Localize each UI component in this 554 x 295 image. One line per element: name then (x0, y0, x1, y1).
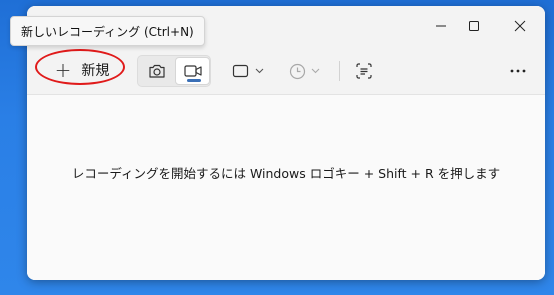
maximize-icon (469, 21, 479, 31)
toolbar: + 新規 (27, 46, 545, 95)
more-options-button[interactable] (501, 55, 535, 87)
tooltip-text: 新しいレコーディング (Ctrl+N) (21, 24, 194, 39)
more-icon (510, 69, 526, 73)
rectangle-select-icon (232, 64, 249, 78)
screenshot-mode-button[interactable] (139, 57, 174, 85)
chevron-down-icon (255, 68, 264, 74)
clock-icon (289, 63, 306, 79)
maximize-button[interactable] (454, 12, 494, 40)
snipping-tool-window: + 新規 レコーディングを開始するには Windows ロゴキー + Shift… (27, 6, 545, 280)
chevron-down-icon (311, 68, 320, 74)
text-scan-icon (356, 63, 372, 79)
minimize-icon (436, 25, 446, 27)
selected-indicator (187, 79, 201, 82)
recording-hint: レコーディングを開始するには Windows ロゴキー + Shift + R … (71, 166, 501, 181)
video-camera-icon (183, 65, 202, 77)
new-recording-button[interactable]: + 新規 (42, 55, 122, 85)
close-button[interactable] (500, 12, 540, 40)
content-area: レコーディングを開始するには Windows ロゴキー + Shift + R … (27, 95, 545, 280)
new-button-label: 新規 (81, 63, 110, 79)
camera-icon (148, 64, 165, 78)
capture-area-dropdown[interactable] (232, 55, 264, 87)
capture-mode-group (137, 55, 211, 87)
text-action-button[interactable] (352, 55, 376, 87)
close-icon (514, 20, 526, 32)
delay-dropdown[interactable] (289, 55, 320, 87)
new-recording-tooltip: 新しいレコーディング (Ctrl+N) (10, 16, 205, 46)
plus-icon: + (54, 58, 72, 82)
video-mode-button[interactable] (175, 57, 210, 85)
toolbar-divider (339, 61, 340, 81)
